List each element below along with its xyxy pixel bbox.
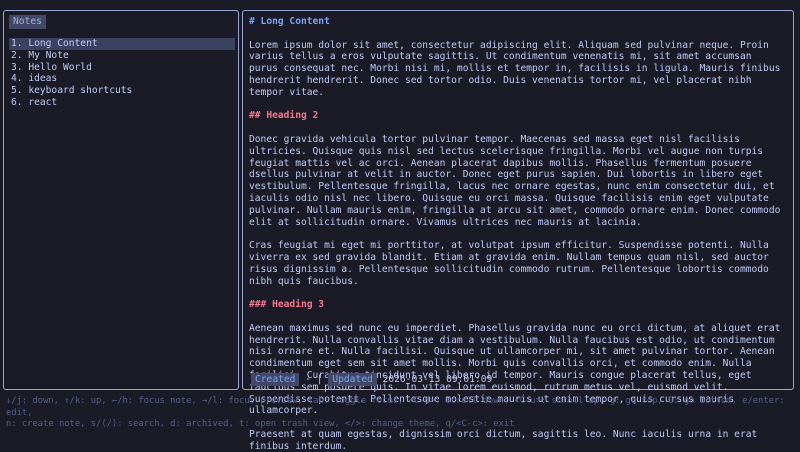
created-badge: Created — [251, 373, 300, 386]
note-list: 1. Long Content 2. My Note 3. Hello Worl… — [9, 38, 235, 109]
help-line-2: n: create note, s/(/): search, d: archiv… — [6, 419, 515, 429]
preview-paragraph-1: Lorem ipsum dolor sit amet, consectetur … — [249, 39, 781, 98]
keybinding-help: ↓/j: down, ↑/k: up, ←/h: focus note, →/l… — [6, 396, 796, 431]
preview-paragraph-3: Cras feugiat mi eget mi porttitor, at vo… — [249, 240, 769, 287]
preview-panel[interactable]: # Long Content Lorem ipsum dolor sit ame… — [242, 10, 794, 452]
preview-content: # Long Content Lorem ipsum dolor sit ame… — [249, 14, 785, 452]
created-value: - — [305, 374, 311, 385]
note-item-my-note[interactable]: 2. My Note — [9, 50, 235, 62]
preview-heading-2: ## Heading 2 — [249, 110, 319, 122]
notes-sidebar: Notes 1. Long Content 2. My Note 3. Hell… — [3, 10, 239, 390]
note-item-long-content[interactable]: 1. Long Content — [9, 38, 235, 50]
meta-separator: | — [316, 374, 323, 385]
note-metadata: Created - | Updated 2026-03-13 09:01:09 — [251, 373, 493, 386]
help-line-1: ↓/j: down, ↑/k: up, ←/h: focus note, →/l… — [6, 396, 785, 418]
updated-value: 2026-03-13 09:01:09 — [382, 374, 493, 385]
note-item-react[interactable]: 6. react — [9, 97, 235, 109]
note-item-hello-world[interactable]: 3. Hello World — [9, 62, 235, 74]
preview-paragraph-5: Praesent at quam egestas, dignissim orci… — [249, 428, 758, 452]
preview-paragraph-2: Donec gravida vehicula tortor pulvinar t… — [249, 133, 781, 228]
preview-heading-1: # Long Content — [249, 16, 330, 27]
note-item-ideas[interactable]: 4. ideas — [9, 73, 235, 85]
sidebar-title: Notes — [9, 15, 46, 29]
updated-badge: Updated — [328, 373, 377, 386]
note-item-keyboard-shortcuts[interactable]: 5. keyboard shortcuts — [9, 85, 235, 97]
preview-heading-3: ### Heading 3 — [249, 299, 325, 311]
